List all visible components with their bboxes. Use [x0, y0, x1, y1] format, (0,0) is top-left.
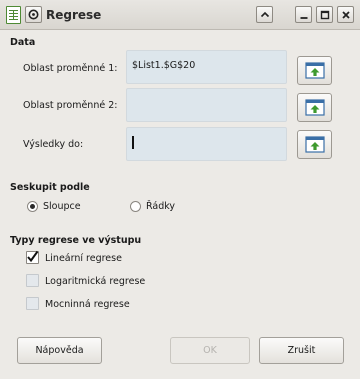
checkmark-icon	[27, 250, 39, 263]
output-shrink-button[interactable]	[297, 130, 332, 159]
close-button[interactable]	[337, 6, 354, 23]
logarithmic-regression-label[interactable]: Logaritmická regrese	[45, 276, 145, 287]
group-by-title: Seskupit podle	[10, 182, 90, 193]
shrink-dialog-icon	[304, 62, 325, 79]
title-bar: Regrese	[0, 0, 360, 30]
logarithmic-regression-checkbox[interactable]	[26, 274, 39, 287]
window-menu-button[interactable]	[25, 6, 42, 23]
regression-types-title: Typy regrese ve výstupu	[10, 235, 142, 246]
variable1-label: Oblast proměnné 1:	[23, 63, 118, 74]
maximize-button[interactable]	[316, 6, 333, 23]
text-caret	[132, 136, 134, 149]
chevron-up-icon	[260, 11, 269, 17]
maximize-icon	[320, 10, 329, 19]
output-range-input[interactable]	[126, 127, 287, 161]
power-regression-checkbox[interactable]	[26, 297, 39, 310]
cancel-button[interactable]: Zrušit	[259, 337, 344, 364]
minimize-icon	[300, 16, 307, 19]
columns-radio-label[interactable]: Sloupce	[43, 201, 81, 212]
shrink-dialog-icon	[304, 136, 325, 153]
shrink-dialog-icon	[304, 99, 325, 116]
rows-radio-label[interactable]: Řádky	[146, 201, 175, 212]
data-section-title: Data	[10, 37, 36, 48]
variable1-range-input[interactable]: $List1.$G$20	[126, 50, 287, 84]
variable2-label: Oblast proměnné 2:	[23, 100, 118, 111]
ok-button-label: OK	[203, 345, 217, 356]
help-button[interactable]: Nápověda	[17, 337, 102, 364]
linear-regression-checkbox[interactable]	[26, 250, 39, 264]
close-icon	[341, 10, 350, 19]
shade-button[interactable]	[256, 6, 273, 23]
linear-regression-label[interactable]: Lineární regrese	[45, 253, 122, 264]
cancel-button-label: Zrušit	[287, 345, 316, 356]
window-menu-icon	[28, 9, 39, 20]
variable1-range-value: $List1.$G$20	[132, 60, 196, 71]
power-regression-label[interactable]: Mocninná regrese	[45, 299, 130, 310]
rows-radio[interactable]	[130, 201, 141, 212]
help-button-label: Nápověda	[35, 345, 84, 356]
variable2-range-input[interactable]	[126, 88, 287, 122]
ok-button[interactable]: OK	[170, 337, 250, 364]
minimize-button[interactable]	[295, 6, 312, 23]
variable2-shrink-button[interactable]	[297, 93, 332, 122]
window-title: Regrese	[46, 8, 102, 22]
variable1-shrink-button[interactable]	[297, 56, 332, 85]
output-label: Výsledky do:	[23, 139, 84, 150]
columns-radio[interactable]	[27, 201, 38, 212]
calc-app-icon	[6, 6, 21, 24]
